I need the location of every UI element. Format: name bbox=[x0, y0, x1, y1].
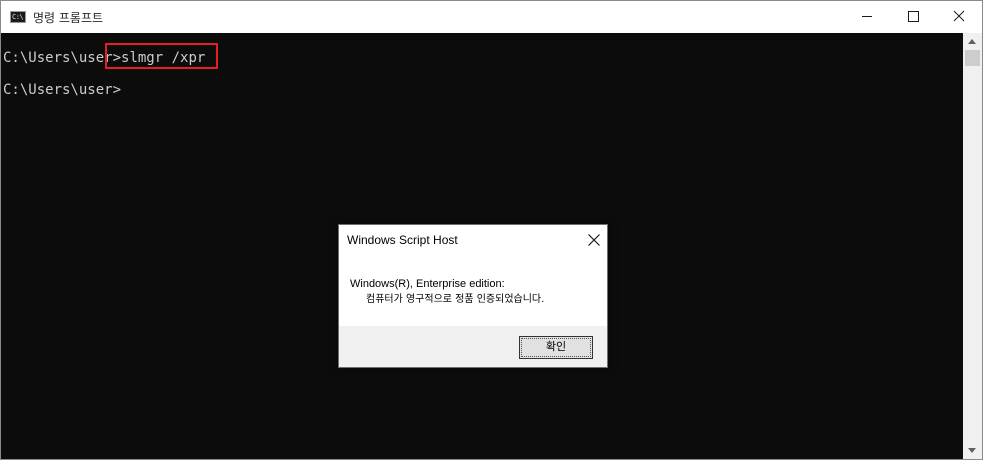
vertical-scrollbar[interactable] bbox=[963, 33, 982, 459]
windows-script-host-dialog: Windows Script Host Windows(R), Enterpri… bbox=[338, 224, 608, 368]
scroll-down-arrow-icon[interactable] bbox=[963, 442, 982, 459]
dialog-close-button[interactable] bbox=[583, 229, 605, 251]
dialog-message-line1: Windows(R), Enterprise edition: bbox=[350, 278, 505, 290]
dialog-footer: 확인 bbox=[339, 326, 607, 367]
window-title: 명령 프롬프트 bbox=[33, 11, 104, 25]
console-line: C:\Users\user> bbox=[3, 82, 121, 98]
ok-button[interactable]: 확인 bbox=[519, 336, 593, 359]
command-prompt-icon[interactable]: C:\ bbox=[10, 11, 26, 23]
scroll-up-arrow-icon[interactable] bbox=[963, 33, 982, 50]
command-highlight-box bbox=[105, 43, 218, 69]
close-button[interactable] bbox=[936, 1, 982, 33]
dialog-body: Windows(R), Enterprise edition: 컴퓨터가 영구적… bbox=[339, 257, 607, 326]
scroll-thumb[interactable] bbox=[965, 50, 980, 66]
close-icon bbox=[588, 234, 600, 246]
prompt-text: C:\Users\user> bbox=[3, 50, 122, 66]
maximize-button[interactable] bbox=[890, 1, 936, 33]
title-bar[interactable]: C:\ 명령 프롬프트 bbox=[1, 1, 982, 33]
prompt-text: C:\Users\user> bbox=[3, 82, 122, 98]
minimize-button[interactable] bbox=[844, 1, 890, 33]
dialog-title: Windows Script Host bbox=[347, 233, 458, 247]
dialog-message-line2: 컴퓨터가 영구적으로 정품 인증되었습니다. bbox=[366, 294, 545, 305]
close-icon bbox=[953, 10, 965, 22]
